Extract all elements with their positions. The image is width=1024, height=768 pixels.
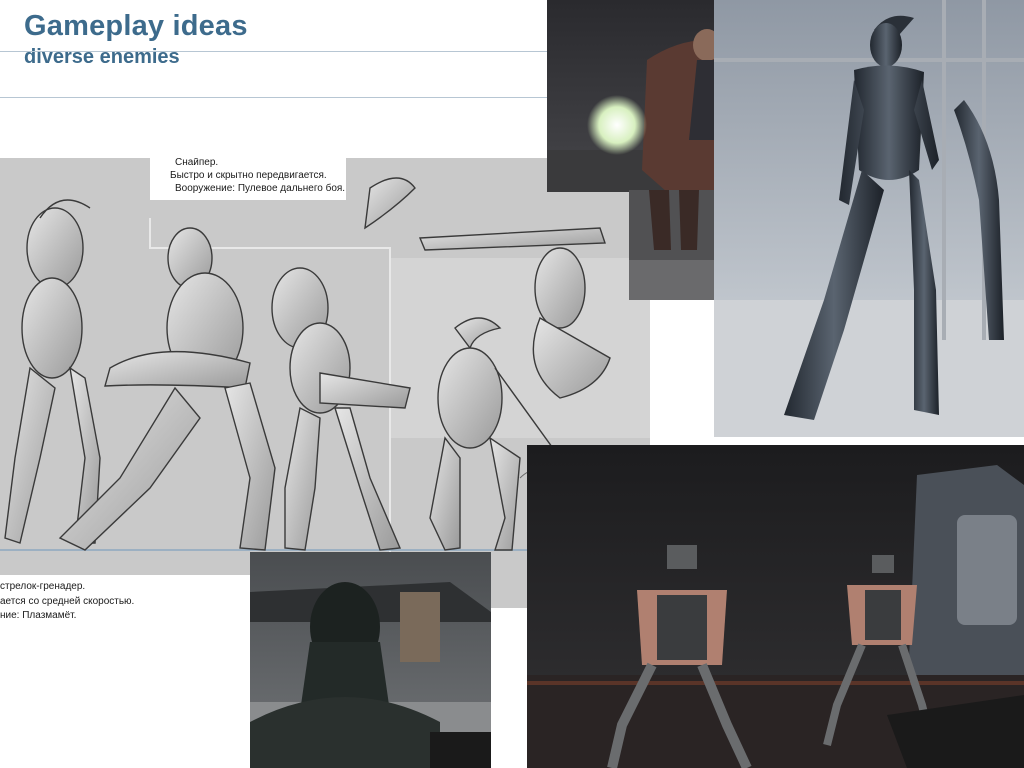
grenadier-weapon-note: ние: Плазмамёт.: [0, 610, 77, 621]
slide-title: Gameplay ideas: [24, 10, 248, 42]
slide-subtitle: diverse enemies: [24, 46, 180, 68]
title-divider: [0, 51, 548, 52]
grenadier-role-note: стрелок-гренадер.: [0, 581, 86, 592]
sniper-weapon-note: Вооружение: Пулевое дальнего боя.: [175, 183, 346, 194]
slide: Gameplay ideas diverse enemies Снайпер. …: [0, 0, 1024, 768]
grenadier-note-panel: стрелок-гренадер. ается со средней скоро…: [0, 575, 260, 623]
armored-enemy-closeup-screenshot: [250, 552, 491, 768]
brute-enemy-legs-screenshot: [629, 190, 714, 300]
sniper-role-note: Снайпер.: [175, 158, 219, 168]
header-divider: [0, 97, 548, 98]
female-alien-enemy-screenshot: [714, 0, 1024, 437]
robotic-enemies-screenshot: [527, 445, 1024, 768]
sketch-figure-left: [4, 199, 101, 544]
sniper-movement-note: Быстро и скрытно передвигается.: [170, 170, 327, 181]
grenadier-movement-note: ается со средней скоростью.: [0, 596, 135, 607]
